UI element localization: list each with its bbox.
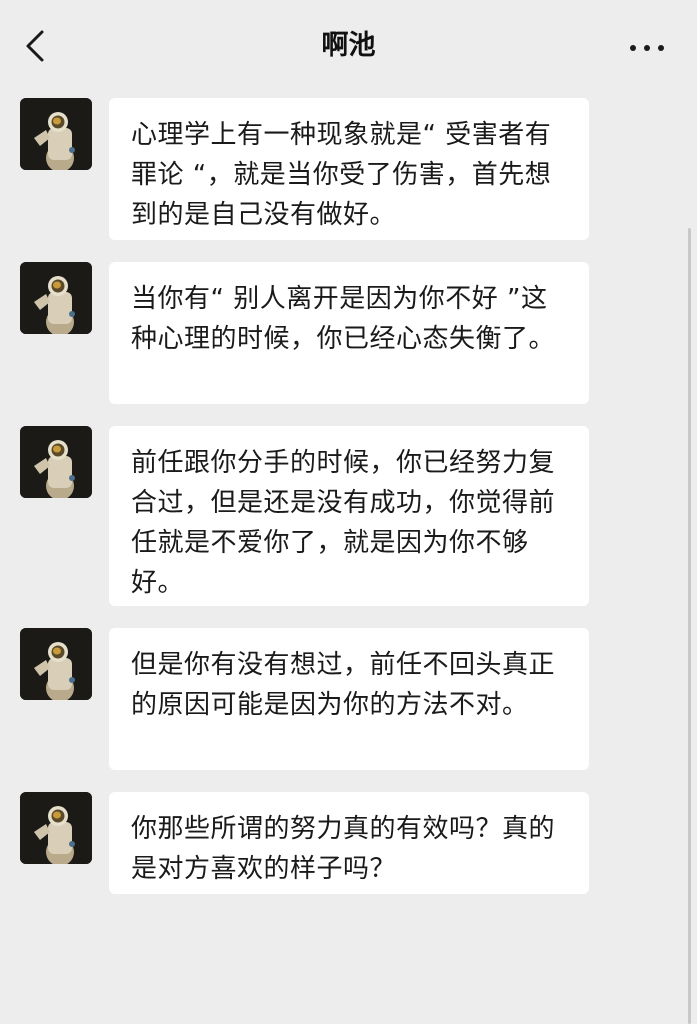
astronaut-avatar-icon — [20, 628, 92, 700]
more-button[interactable] — [625, 30, 669, 66]
astronaut-avatar-icon — [20, 98, 92, 170]
scrollbar[interactable] — [688, 228, 691, 1024]
message-bubble[interactable]: 心理学上有一种现象就是“ 受害者有罪论 “，就是当你受了伤害，首先想到的是自己没… — [109, 98, 589, 240]
astronaut-avatar-icon — [20, 262, 92, 334]
message-bubble[interactable]: 当你有“ 别人离开是因为你不好 ”这种心理的时候，你已经心态失衡了。 — [109, 262, 589, 404]
astronaut-avatar-icon — [20, 792, 92, 864]
nav-bar: 啊池 — [0, 0, 697, 92]
chat-title: 啊池 — [321, 30, 376, 61]
message-text: 你那些所谓的努力真的有效吗？真的是对方喜欢的样子吗？ — [131, 814, 556, 884]
astronaut-avatar-icon — [20, 426, 92, 498]
message-text: 心理学上有一种现象就是“ 受害者有罪论 “，就是当你受了伤害，首先想到的是自己没… — [131, 120, 552, 230]
message-text: 前任跟你分手的时候，你已经努力复合过，但是还是没有成功，你觉得前任就是不爱你了，… — [131, 448, 556, 598]
more-horizontal-icon — [630, 45, 664, 51]
message-text: 但是你有没有想过，前任不回头真正的原因可能是因为你的方法不对。 — [131, 650, 556, 720]
avatar[interactable] — [20, 98, 92, 170]
avatar[interactable] — [20, 792, 92, 864]
message-bubble[interactable]: 但是你有没有想过，前任不回头真正的原因可能是因为你的方法不对。 — [109, 628, 589, 770]
avatar[interactable] — [20, 262, 92, 334]
message-text: 当你有“ 别人离开是因为你不好 ”这种心理的时候，你已经心态失衡了。 — [131, 284, 556, 354]
message-bubble[interactable]: 前任跟你分手的时候，你已经努力复合过，但是还是没有成功，你觉得前任就是不爱你了，… — [109, 426, 589, 606]
avatar[interactable] — [20, 426, 92, 498]
avatar[interactable] — [20, 628, 92, 700]
message-bubble[interactable]: 你那些所谓的努力真的有效吗？真的是对方喜欢的样子吗？ — [109, 792, 589, 894]
